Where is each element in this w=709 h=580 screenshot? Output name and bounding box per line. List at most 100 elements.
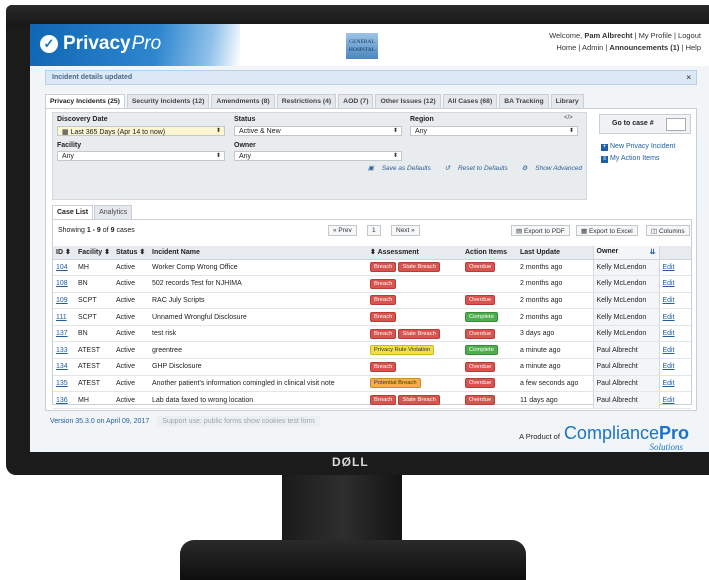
home-link[interactable]: Home xyxy=(556,43,576,52)
table-row[interactable]: 134 ATEST Active GHP Disclosure Breach Overdu… xyxy=(53,358,691,376)
column-status[interactable]: Status ⬍ xyxy=(113,246,149,260)
column-last-update[interactable]: Last Update xyxy=(517,246,593,260)
column-incident-name[interactable]: Incident Name xyxy=(149,246,367,260)
tab-all-cases[interactable]: All Cases (68) xyxy=(442,94,498,108)
case-id-link[interactable]: 104 xyxy=(56,264,68,271)
column-edit xyxy=(659,246,691,260)
announcements-link[interactable]: Announcements (1) xyxy=(609,43,679,52)
case-id-link[interactable]: 111 xyxy=(56,314,67,321)
column-id[interactable]: ID ⬍ xyxy=(53,246,75,260)
discovery-date-select[interactable]: ▦ Last 365 Days (Apr 14 to now) ⬍ xyxy=(57,126,225,136)
tab-privacy-incidents[interactable]: Privacy Incidents (25) xyxy=(45,94,125,109)
help-link[interactable]: Help xyxy=(686,43,701,52)
new-privacy-incident-link[interactable]: + New Privacy Incident xyxy=(601,143,675,151)
column-assessment[interactable]: ⬍ Assessment xyxy=(367,246,462,260)
export-pdf-button[interactable]: ▤ Export to PDF xyxy=(511,225,570,236)
last-update-cell: 2 months ago xyxy=(517,275,593,293)
assessment-badge: State Breach xyxy=(398,262,440,273)
assessment-badge: State Breach xyxy=(398,395,440,406)
case-list: Showing 1 - 9 of 9 cases « Prev 1 Next »… xyxy=(52,219,692,409)
edit-link[interactable]: Edit xyxy=(663,380,675,387)
close-icon[interactable]: × xyxy=(686,73,691,82)
table-row[interactable]: 108 BN Active 502 records Test for NJHIMA Br… xyxy=(53,275,691,293)
case-id-cell: 109 xyxy=(53,292,75,310)
edit-link[interactable]: Edit xyxy=(663,280,675,287)
app-header: ✓ Privacy Pro GENERAL HOSPITAL Welcome, P… xyxy=(30,24,709,66)
assessment-cell: Breach xyxy=(367,292,462,310)
incident-name-cell: Lab data faxed to wrong location xyxy=(149,391,367,409)
facility-cell: ATEST xyxy=(75,358,113,376)
facility-select[interactable]: Any ⬍ xyxy=(57,151,225,161)
tab-restrictions[interactable]: Restrictions (4) xyxy=(276,94,337,108)
reset-defaults-link[interactable]: ↺ Reset to Defaults xyxy=(439,165,508,172)
admin-link[interactable]: Admin xyxy=(582,43,603,52)
action-items-cell: Overdue xyxy=(462,375,517,393)
brand-logo[interactable]: ✓ Privacy Pro xyxy=(40,33,161,55)
tab-analytics[interactable]: Analytics xyxy=(94,205,133,219)
code-icon[interactable]: </> xyxy=(564,115,573,121)
case-tabs: Privacy Incidents (25) Security Incident… xyxy=(45,94,586,109)
edit-cell: Edit xyxy=(659,292,691,310)
list-icon: ≡ xyxy=(601,156,608,163)
tab-library[interactable]: Library xyxy=(550,94,584,108)
tab-security-incidents[interactable]: Security Incidents (12) xyxy=(126,94,210,108)
edit-link[interactable]: Edit xyxy=(663,363,675,370)
owner-cell: Kelly McLendon xyxy=(592,259,660,277)
table-row[interactable]: 136 MH Active Lab data faxed to wrong locat… xyxy=(53,391,691,409)
case-id-link[interactable]: 133 xyxy=(56,347,68,354)
next-page-button[interactable]: Next » xyxy=(391,225,420,236)
edit-link[interactable]: Edit xyxy=(663,264,675,271)
save-defaults-link[interactable]: ▣ Save as Defaults xyxy=(362,165,431,172)
edit-link[interactable]: Edit xyxy=(663,297,675,304)
page-number[interactable]: 1 xyxy=(367,225,381,236)
status-select[interactable]: Active & New ⬍ xyxy=(234,126,402,136)
column-owner[interactable]: Owner ⇊ xyxy=(592,246,660,260)
case-id-link[interactable]: 134 xyxy=(56,363,68,370)
region-select[interactable]: Any ⬍ xyxy=(410,126,578,136)
tab-case-list[interactable]: Case List xyxy=(52,205,94,219)
column-facility[interactable]: Facility ⬍ xyxy=(75,246,113,260)
tab-aod[interactable]: AOD (7) xyxy=(338,94,374,108)
table-row[interactable]: 109 SCPT Active RAC July Scripts Breach Overd… xyxy=(53,292,691,310)
export-excel-button[interactable]: ▦ Export to Excel xyxy=(576,225,638,236)
case-id-link[interactable]: 136 xyxy=(56,397,68,404)
tab-other-issues[interactable]: Other Issues (12) xyxy=(375,94,441,108)
table-row[interactable]: 135 ATEST Active Another patient's informat… xyxy=(53,375,691,393)
goto-case-input[interactable] xyxy=(666,118,686,131)
chevron-icon: ⬍ xyxy=(215,128,221,134)
case-id-link[interactable]: 109 xyxy=(56,297,68,304)
edit-link[interactable]: Edit xyxy=(663,330,675,337)
table-row[interactable]: 111 SCPT Active Unnamed Wrongful Disclosure… xyxy=(53,308,691,326)
prev-page-button[interactable]: « Prev xyxy=(328,225,357,236)
table-body: 104 MH Active Worker Comp Wrong Office Breac… xyxy=(53,259,691,409)
table-row[interactable]: 137 BN Active test risk Breach State Breach Ov… xyxy=(53,325,691,343)
support-links[interactable]: Support use: public forms show cookies t… xyxy=(157,416,320,427)
logout-link[interactable]: Logout xyxy=(678,31,701,40)
table-header-row: ID ⬍ Facility ⬍ Status ⬍ Incident Name ⬍… xyxy=(53,246,691,260)
edit-link[interactable]: Edit xyxy=(663,397,675,404)
case-id-link[interactable]: 135 xyxy=(56,380,68,387)
facility-cell: BN xyxy=(75,275,113,293)
edit-link[interactable]: Edit xyxy=(663,347,675,354)
edit-link[interactable]: Edit xyxy=(663,314,675,321)
case-id-link[interactable]: 137 xyxy=(56,330,68,337)
tab-amendments[interactable]: Amendments (8) xyxy=(211,94,275,108)
table-row[interactable]: 104 MH Active Worker Comp Wrong Office Breac… xyxy=(53,259,691,277)
columns-button[interactable]: ◫ Columns xyxy=(646,225,690,236)
my-profile-link[interactable]: My Profile xyxy=(639,31,672,40)
sort-icon: ⬍ xyxy=(64,249,71,257)
show-advanced-link[interactable]: ⚙ Show Advanced xyxy=(516,165,582,172)
app-screen: ✓ Privacy Pro GENERAL HOSPITAL Welcome, P… xyxy=(30,24,709,452)
solutions-text: Solutions xyxy=(649,442,683,452)
column-action-items[interactable]: Action Items xyxy=(462,246,517,260)
case-id-cell: 137 xyxy=(53,325,75,343)
action-items-cell: Overdue xyxy=(462,358,517,376)
owner-cell: Kelly McLendon xyxy=(592,275,660,293)
case-id-link[interactable]: 108 xyxy=(56,280,68,287)
owner-cell: Paul Albrecht xyxy=(592,358,660,376)
owner-select[interactable]: Any ⬍ xyxy=(234,151,402,161)
table-row[interactable]: 133 ATEST Active greentree Privacy Rule Viol… xyxy=(53,341,691,360)
my-action-items-link[interactable]: ≡ My Action Items xyxy=(601,155,659,163)
status-cell: Active xyxy=(113,375,149,393)
tab-ba-tracking[interactable]: BA Tracking xyxy=(499,94,549,108)
